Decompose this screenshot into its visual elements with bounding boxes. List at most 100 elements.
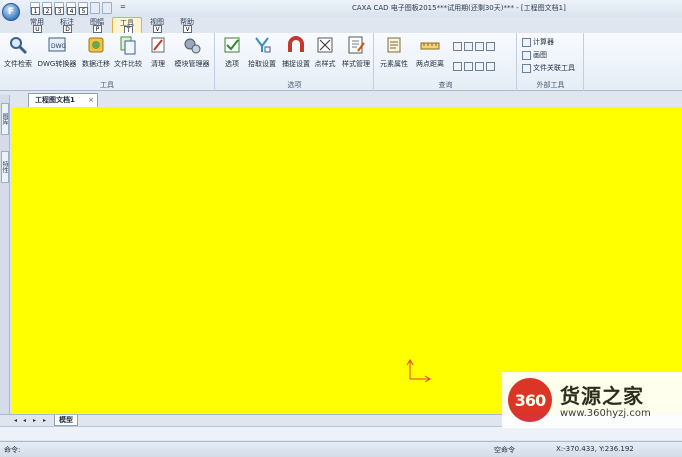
tab-annotate[interactable]: 标注 D	[52, 17, 82, 33]
item-label: 计算器	[533, 38, 554, 46]
group-title: 外部工具	[536, 81, 565, 89]
save-as-button[interactable]: 4	[66, 2, 76, 15]
new-file-button[interactable]: 1	[30, 2, 40, 15]
broom-icon	[148, 35, 168, 55]
ruler-icon	[420, 35, 440, 55]
first-layout-button[interactable]: ◂	[14, 417, 17, 424]
redo-button[interactable]	[102, 2, 112, 14]
button-label: 样式管理	[342, 60, 370, 68]
document-tab-strip: 工程图文档1 ×	[0, 91, 682, 107]
calculator-icon	[522, 37, 531, 47]
button-label: 模块管理器	[174, 60, 210, 68]
file-compare-button[interactable]: 文件比较	[113, 35, 143, 75]
button-label: 数据迁移	[82, 60, 110, 68]
point-style-button[interactable]: 点样式	[313, 35, 337, 75]
group-query: 元素属性 两点距离 查询	[375, 33, 517, 91]
close-icon[interactable]: ×	[88, 94, 94, 106]
element-properties-button[interactable]: 元素属性	[378, 35, 410, 75]
dwg-converter-button[interactable]: DWG DWG转换器	[37, 35, 77, 75]
module-manager-button[interactable]: 模块管理器	[172, 35, 212, 75]
button-label: 元素属性	[380, 60, 408, 68]
button-label: 清理	[151, 60, 165, 68]
document-tab-label: 工程图文档1	[35, 96, 75, 104]
pick-settings-button[interactable]: 拾取设置	[246, 35, 278, 75]
title-bar: 1 2 3 4 5 = CAXA CAD 电子图板2015***试用期(还剩30…	[0, 0, 682, 17]
tab-model[interactable]: 模型	[54, 415, 78, 426]
coordinate-icon[interactable]	[486, 61, 495, 71]
customize-qat-button[interactable]: =	[120, 2, 126, 16]
purge-button[interactable]: 清理	[148, 35, 168, 75]
group-external-tools: 计算器 画图 文件关联工具 外部工具	[518, 33, 584, 91]
keytip: 4	[67, 7, 76, 15]
button-label: DWG转换器	[37, 60, 77, 68]
snap-settings-button[interactable]: 捕捉设置	[280, 35, 312, 75]
svg-text:DWG: DWG	[51, 43, 67, 50]
query-small-row-1	[453, 41, 497, 51]
item-label: 文件关联工具	[533, 64, 575, 72]
gears-icon	[182, 35, 202, 55]
command-mode: 空命令	[494, 446, 515, 454]
compare-icon	[118, 35, 138, 55]
file-association-icon	[522, 63, 531, 73]
command-label: 命令:	[4, 446, 21, 454]
tab-view[interactable]: 视图 V	[142, 17, 172, 33]
watermark-logo-text: 360	[514, 391, 546, 410]
status-bar: 命令: 空命令 X:-370.433, Y:236.192	[0, 441, 682, 457]
button-label: 文件比较	[114, 60, 142, 68]
window-title: CAXA CAD 电子图板2015***试用期(还剩30天)*** - [工程图…	[352, 4, 566, 12]
group-title: 查询	[438, 81, 453, 89]
keytip: U	[33, 25, 42, 33]
button-label: 选项	[225, 60, 239, 68]
area-icon[interactable]	[464, 41, 473, 51]
paint-icon	[522, 50, 531, 60]
scroll-icon	[384, 35, 404, 55]
side-tab-library[interactable]: 图库	[1, 103, 9, 135]
next-layout-button[interactable]: ▸	[33, 417, 36, 424]
side-tab-properties[interactable]: 特性	[1, 151, 9, 183]
tab-help[interactable]: 帮助 V	[172, 17, 202, 33]
file-search-button[interactable]: 文件检索	[3, 35, 33, 75]
options-button[interactable]: 选项	[220, 35, 244, 75]
button-label: 点样式	[314, 60, 336, 68]
tab-sheet[interactable]: 图幅 P	[82, 17, 112, 33]
last-layout-button[interactable]: ▸	[43, 417, 46, 424]
file-association-button[interactable]: 文件关联工具	[522, 63, 575, 73]
button-label: 文件检索	[4, 60, 32, 68]
calculator-button[interactable]: 计算器	[522, 37, 554, 47]
button-label: 捕捉设置	[282, 60, 310, 68]
prev-layout-button[interactable]: ◂	[23, 417, 26, 424]
quick-access-toolbar: 1 2 3 4 5 =	[30, 2, 126, 16]
drawing-canvas[interactable]	[11, 107, 682, 414]
keytip: V	[183, 25, 192, 33]
paint-button[interactable]: 画图	[522, 50, 547, 60]
document-tab[interactable]: 工程图文档1 ×	[28, 93, 98, 107]
angle-icon[interactable]	[453, 41, 462, 51]
inertia-icon[interactable]	[464, 61, 473, 71]
style-manager-button[interactable]: 样式管理	[340, 35, 372, 75]
command-line[interactable]	[0, 426, 682, 440]
watermark-name: 货源之家	[560, 384, 644, 408]
undo-button[interactable]	[90, 2, 100, 14]
magnifier-icon	[8, 35, 28, 55]
watermark-url: www.360hyzj.com	[560, 408, 651, 419]
perimeter-icon[interactable]	[475, 41, 484, 51]
button-label: 两点距离	[416, 60, 444, 68]
tab-common[interactable]: 常用 U	[22, 17, 52, 33]
cursor-coordinates: X:-370.433, Y:236.192	[556, 445, 634, 453]
print-button[interactable]: 5	[78, 2, 88, 15]
style-manager-icon	[346, 35, 366, 55]
weight-icon[interactable]	[475, 61, 484, 71]
open-file-button[interactable]: 2	[42, 2, 52, 15]
button-label: 拾取设置	[248, 60, 276, 68]
data-migration-button[interactable]: 数据迁移	[80, 35, 112, 75]
group-options: 选项 拾取设置 捕捉设置 点样式 样式管理 选项	[216, 33, 374, 91]
keytip: V	[153, 25, 162, 33]
centroid-icon[interactable]	[486, 41, 495, 51]
keytip: 2	[43, 7, 52, 15]
two-point-distance-button[interactable]: 两点距离	[413, 35, 447, 75]
tab-tools[interactable]: 工具 T	[112, 17, 142, 34]
application-menu-button[interactable]: F	[2, 3, 20, 21]
keytip: 3	[55, 7, 64, 15]
save-button[interactable]: 3	[54, 2, 64, 15]
moment-icon[interactable]	[453, 61, 462, 71]
